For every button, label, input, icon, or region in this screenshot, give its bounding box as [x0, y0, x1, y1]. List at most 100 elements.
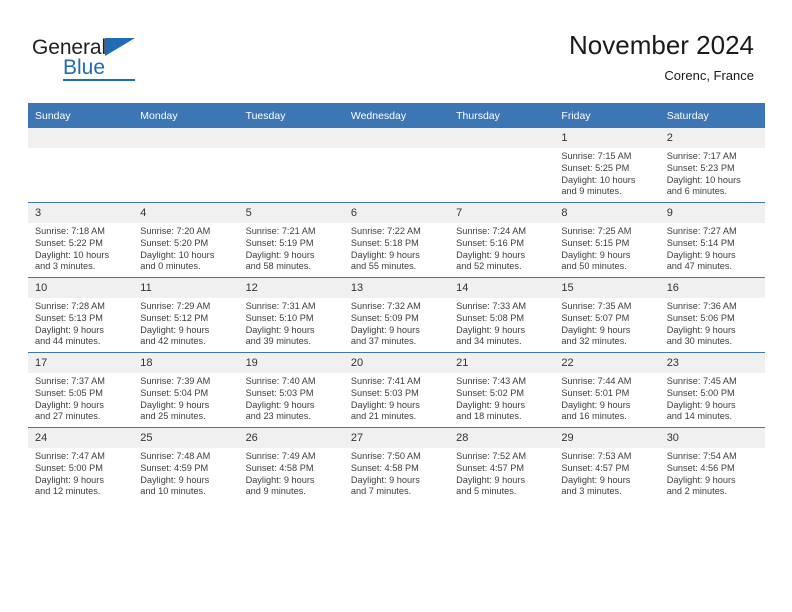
- daylight-duration-line1: Daylight: 9 hours: [35, 474, 104, 485]
- calendar-day-cell-empty: [28, 128, 134, 203]
- calendar-day-cell[interactable]: 18 Sunrise: 7:39 AM Sunset: 5:04 PM Dayligh…: [133, 352, 239, 428]
- daylight-duration-line2: and 0 minutes.: [140, 261, 201, 272]
- calendar-day-cell[interactable]: 4 Sunrise: 7:20 AM Sunset: 5:20 PM Daylight…: [133, 202, 239, 278]
- sunrise-time: Sunrise: 7:48 AM: [140, 451, 211, 461]
- sunset-time: Sunset: 5:03 PM: [350, 387, 419, 398]
- calendar-day-cell[interactable]: 19 Sunrise: 7:40 AM Sunset: 5:03 PM Dayligh…: [238, 352, 344, 428]
- daylight-duration-line1: Daylight: 9 hours: [350, 399, 420, 410]
- day-details: Sunrise: 7:20 AM Sunset: 5:20 PM Daylight:…: [133, 223, 238, 273]
- sunset-time: Sunset: 5:10 PM: [245, 312, 314, 323]
- sunset-time: Sunset: 5:00 PM: [666, 387, 735, 398]
- day-details: Sunrise: 7:49 AM Sunset: 4:58 PM Daylight:…: [239, 448, 344, 498]
- day-details: Sunrise: 7:21 AM Sunset: 5:19 PM Daylight:…: [239, 223, 344, 273]
- sunrise-time: Sunrise: 7:22 AM: [350, 226, 421, 236]
- calendar-day-cell[interactable]: 7 Sunrise: 7:24 AM Sunset: 5:16 PM Daylight…: [449, 202, 555, 278]
- calendar-day-cell[interactable]: 10 Sunrise: 7:28 AM Sunset: 5:13 PM Dayligh…: [28, 277, 134, 353]
- day-details: Sunrise: 7:18 AM Sunset: 5:22 PM Daylight:…: [28, 223, 133, 273]
- calendar-day-cell[interactable]: 2 Sunrise: 7:17 AM Sunset: 5:23 PM Daylight…: [659, 128, 765, 203]
- day-number: 19: [238, 353, 344, 373]
- sunrise-time: Sunrise: 7:18 AM: [35, 226, 105, 236]
- sunrise-time: Sunrise: 7:37 AM: [35, 376, 105, 386]
- day-number: 23: [659, 353, 765, 373]
- logo-underline: [63, 79, 135, 81]
- day-details: Sunrise: 7:28 AM Sunset: 5:13 PM Daylight:…: [28, 298, 133, 348]
- calendar-day-cell[interactable]: 23 Sunrise: 7:45 AM Sunset: 5:00 PM Dayligh…: [659, 352, 765, 428]
- day-number: 29: [554, 428, 660, 448]
- daylight-duration-line1: Daylight: 9 hours: [35, 324, 104, 335]
- day-number: 20: [343, 353, 450, 373]
- calendar-day-cell[interactable]: 17 Sunrise: 7:37 AM Sunset: 5:05 PM Dayligh…: [28, 352, 134, 428]
- sunrise-time: Sunrise: 7:29 AM: [140, 301, 211, 311]
- blue-triangle-icon: [105, 38, 135, 56]
- sunset-time: Sunset: 4:57 PM: [561, 462, 630, 473]
- daylight-duration-line2: and 55 minutes.: [350, 261, 417, 272]
- calendar-day-cell[interactable]: 1 Sunrise: 7:15 AM Sunset: 5:25 PM Daylight…: [554, 128, 660, 203]
- calendar-day-cell[interactable]: 16 Sunrise: 7:36 AM Sunset: 5:06 PM Dayligh…: [659, 277, 765, 353]
- weekday-header-wednesday: Wednesday: [343, 103, 450, 128]
- day-details: Sunrise: 7:15 AM Sunset: 5:25 PM Daylight:…: [554, 148, 659, 198]
- sunrise-time: Sunrise: 7:41 AM: [350, 376, 421, 386]
- sunrise-time: Sunrise: 7:35 AM: [561, 301, 632, 311]
- calendar-day-cell[interactable]: 25 Sunrise: 7:48 AM Sunset: 4:59 PM Dayligh…: [133, 427, 239, 502]
- daylight-duration-line2: and 2 minutes.: [666, 486, 727, 497]
- day-number: 6: [343, 203, 450, 223]
- sunrise-time: Sunrise: 7:50 AM: [350, 451, 421, 461]
- day-number: 8: [554, 203, 660, 223]
- day-number: 2: [659, 128, 765, 148]
- day-details: Sunrise: 7:22 AM Sunset: 5:18 PM Daylight:…: [344, 223, 449, 273]
- day-number: 7: [449, 203, 555, 223]
- page-subtitle: Corenc, France: [664, 68, 754, 83]
- day-number: 21: [449, 353, 555, 373]
- calendar-day-cell[interactable]: 8 Sunrise: 7:25 AM Sunset: 5:15 PM Daylight…: [554, 202, 660, 278]
- calendar-day-cell[interactable]: 21 Sunrise: 7:43 AM Sunset: 5:02 PM Dayligh…: [449, 352, 555, 428]
- daylight-duration-line1: Daylight: 9 hours: [456, 249, 526, 260]
- daylight-duration-line1: Daylight: 10 hours: [35, 249, 110, 260]
- calendar-day-cell[interactable]: 28 Sunrise: 7:52 AM Sunset: 4:57 PM Dayligh…: [449, 427, 555, 502]
- calendar-day-cell[interactable]: 12 Sunrise: 7:31 AM Sunset: 5:10 PM Dayligh…: [238, 277, 344, 353]
- calendar-day-cell[interactable]: 24 Sunrise: 7:47 AM Sunset: 5:00 PM Dayligh…: [28, 427, 134, 502]
- day-number: 3: [28, 203, 134, 223]
- weekday-header-monday: Monday: [133, 103, 239, 128]
- calendar-day-cell[interactable]: 29 Sunrise: 7:53 AM Sunset: 4:57 PM Dayligh…: [554, 427, 660, 502]
- sunrise-time: Sunrise: 7:27 AM: [666, 226, 737, 236]
- weekday-header-sunday: Sunday: [28, 103, 134, 128]
- calendar-day-cell[interactable]: 14 Sunrise: 7:33 AM Sunset: 5:08 PM Dayligh…: [449, 277, 555, 353]
- calendar-body: 1 Sunrise: 7:15 AM Sunset: 5:25 PM Daylight…: [28, 128, 765, 502]
- calendar-day-cell[interactable]: 30 Sunrise: 7:54 AM Sunset: 4:56 PM Dayligh…: [659, 427, 765, 502]
- calendar-day-cell[interactable]: 22 Sunrise: 7:44 AM Sunset: 5:01 PM Dayligh…: [554, 352, 660, 428]
- daylight-duration-line2: and 5 minutes.: [456, 486, 517, 497]
- calendar-day-cell[interactable]: 11 Sunrise: 7:29 AM Sunset: 5:12 PM Dayligh…: [133, 277, 239, 353]
- sunset-time: Sunset: 5:06 PM: [666, 312, 735, 323]
- sunset-time: Sunset: 4:57 PM: [456, 462, 525, 473]
- day-number: [238, 128, 344, 148]
- daylight-duration-line1: Daylight: 9 hours: [456, 474, 526, 485]
- day-number: 16: [659, 278, 765, 298]
- calendar-day-cell[interactable]: 3 Sunrise: 7:18 AM Sunset: 5:22 PM Daylight…: [28, 202, 134, 278]
- calendar-day-cell[interactable]: 15 Sunrise: 7:35 AM Sunset: 5:07 PM Dayligh…: [554, 277, 660, 353]
- daylight-duration-line1: Daylight: 9 hours: [666, 324, 736, 335]
- page-header: General Blue November 2024 Corenc, Franc…: [28, 28, 764, 100]
- calendar-day-cell[interactable]: 27 Sunrise: 7:50 AM Sunset: 4:58 PM Dayligh…: [343, 427, 450, 502]
- calendar-day-cell[interactable]: 20 Sunrise: 7:41 AM Sunset: 5:03 PM Dayligh…: [343, 352, 450, 428]
- sunrise-time: Sunrise: 7:47 AM: [35, 451, 105, 461]
- daylight-duration-line1: Daylight: 9 hours: [561, 249, 631, 260]
- day-details: Sunrise: 7:52 AM Sunset: 4:57 PM Daylight:…: [449, 448, 554, 498]
- sunrise-time: Sunrise: 7:52 AM: [456, 451, 527, 461]
- day-details: Sunrise: 7:36 AM Sunset: 5:06 PM Daylight:…: [660, 298, 765, 348]
- sunset-time: Sunset: 5:04 PM: [140, 387, 209, 398]
- logo-text-blue: Blue: [63, 56, 106, 79]
- sunset-time: Sunset: 5:13 PM: [35, 312, 103, 323]
- day-details: Sunrise: 7:24 AM Sunset: 5:16 PM Daylight:…: [449, 223, 554, 273]
- day-number: 24: [28, 428, 134, 448]
- calendar-day-cell[interactable]: 13 Sunrise: 7:32 AM Sunset: 5:09 PM Dayligh…: [343, 277, 450, 353]
- sunset-time: Sunset: 5:08 PM: [456, 312, 525, 323]
- calendar-day-cell[interactable]: 26 Sunrise: 7:49 AM Sunset: 4:58 PM Dayligh…: [238, 427, 344, 502]
- calendar-day-cell[interactable]: 6 Sunrise: 7:22 AM Sunset: 5:18 PM Daylight…: [343, 202, 450, 278]
- calendar-day-cell[interactable]: 9 Sunrise: 7:27 AM Sunset: 5:14 PM Daylight…: [659, 202, 765, 278]
- calendar-table: Sunday Monday Tuesday Wednesday Thursday…: [28, 103, 765, 502]
- sunset-time: Sunset: 5:00 PM: [35, 462, 103, 473]
- general-blue-logo[interactable]: General Blue: [32, 36, 212, 92]
- sunset-time: Sunset: 5:23 PM: [666, 162, 735, 173]
- daylight-duration-line2: and 12 minutes.: [35, 486, 101, 497]
- calendar-day-cell[interactable]: 5 Sunrise: 7:21 AM Sunset: 5:19 PM Daylight…: [238, 202, 344, 278]
